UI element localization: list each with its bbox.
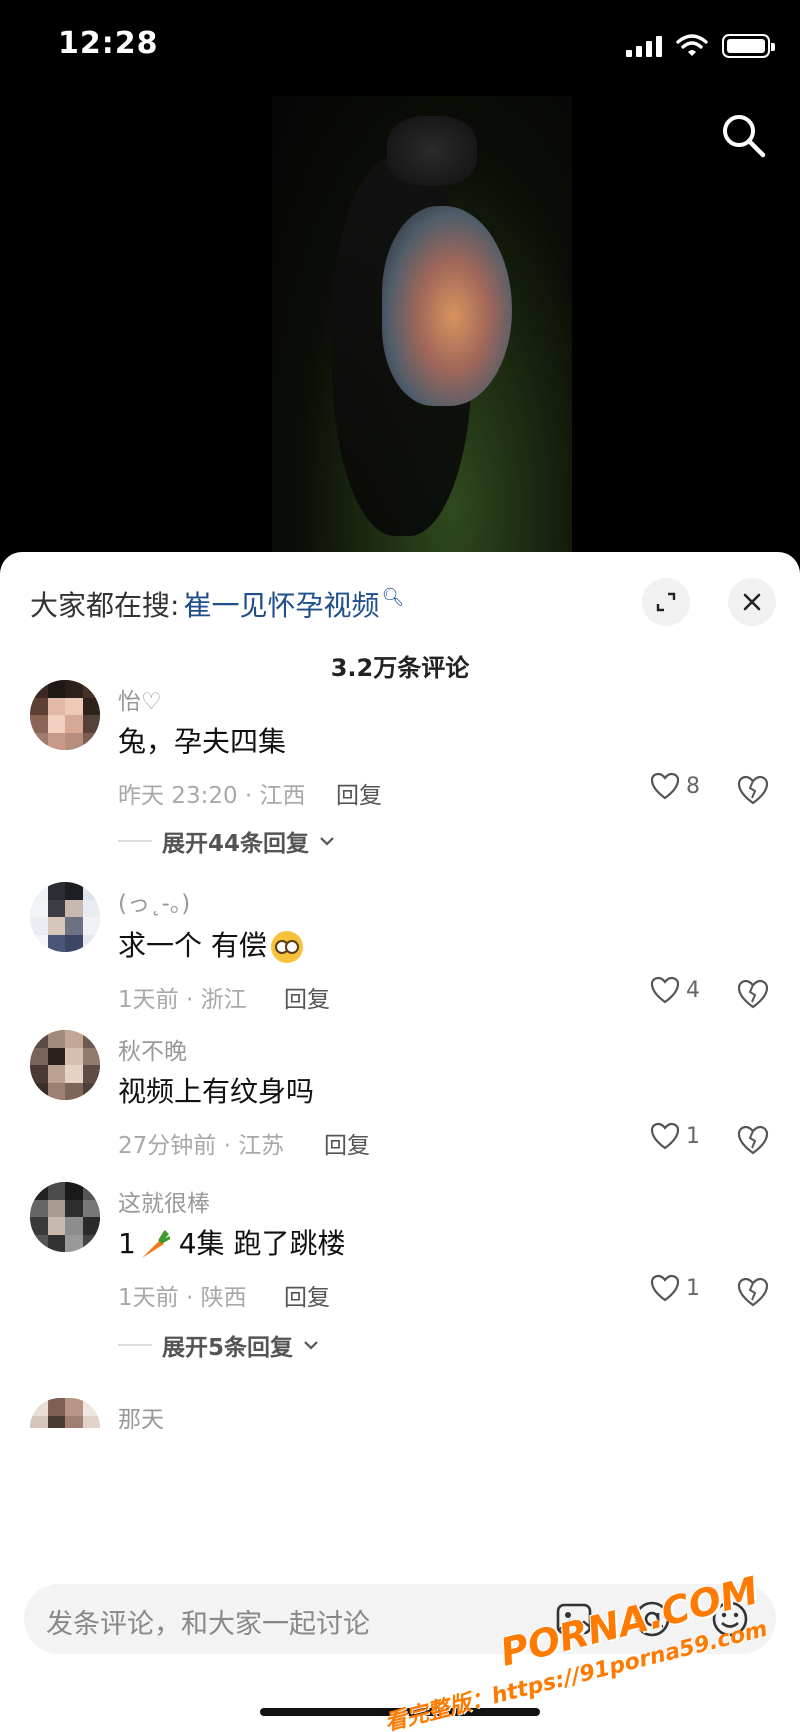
battery-icon	[722, 34, 775, 58]
chevron-down-icon	[304, 1341, 318, 1350]
comment-count: 3.2万条评论	[330, 654, 470, 682]
signal-icon	[626, 35, 662, 57]
avatar[interactable]	[30, 1398, 100, 1428]
broken-heart-icon[interactable]	[736, 1276, 770, 1308]
like-count: 1	[686, 1275, 700, 1301]
like-button[interactable]: 1	[650, 1274, 700, 1302]
like-count: 8	[686, 773, 700, 799]
comment-sheet: 大家都在搜: 崔一见怀孕视频 🔍︎ 3.2万条评论 怡♡ 兔，孕夫四集 昨天 2…	[0, 552, 800, 1732]
wifi-icon	[676, 34, 708, 56]
expand-replies-button[interactable]: 展开5条回复	[118, 1328, 319, 1362]
heart-icon	[650, 1122, 680, 1150]
like-button[interactable]: 8	[650, 772, 700, 800]
carrot-icon	[141, 1230, 170, 1258]
like-count: 4	[686, 977, 700, 1003]
search-small-icon: 🔍︎	[381, 586, 405, 608]
reply-button[interactable]: 回复	[324, 1126, 370, 1160]
chevron-down-icon	[320, 837, 334, 846]
comment-text: 兔，孕夫四集	[118, 725, 287, 758]
comment-username[interactable]: (っ˛-。)	[118, 884, 190, 918]
heart-icon	[650, 976, 680, 1004]
avatar[interactable]	[30, 1182, 100, 1252]
comment-meta: 27分钟前 · 江苏	[118, 1133, 285, 1159]
comment-meta: 1天前 · 浙江	[118, 987, 247, 1013]
status-icons	[626, 34, 775, 58]
expand-replies-label: 展开44条回复	[162, 831, 310, 857]
comment-meta: 1天前 · 陕西	[118, 1285, 247, 1311]
avatar[interactable]	[30, 1030, 100, 1100]
comment-text-content: 求一个 有偿	[118, 929, 267, 962]
suggested-search[interactable]: 大家都在搜: 崔一见怀孕视频 🔍︎	[30, 584, 404, 624]
like-button[interactable]: 4	[650, 976, 700, 1004]
reply-button[interactable]: 回复	[336, 776, 382, 810]
close-button[interactable]	[728, 578, 776, 626]
broken-heart-icon[interactable]	[736, 774, 770, 806]
flushed-face-icon	[270, 931, 303, 963]
expand-replies-label: 展开5条回复	[162, 1335, 294, 1361]
like-button[interactable]: 1	[650, 1122, 700, 1150]
broken-heart-icon[interactable]	[736, 978, 770, 1010]
video-player[interactable]	[0, 96, 800, 566]
video-frame	[272, 96, 572, 552]
comment-text: 1 4集 跑了跳楼	[118, 1227, 346, 1260]
status-bar: 12:28	[0, 0, 800, 96]
close-icon	[743, 593, 761, 611]
avatar[interactable]	[30, 680, 100, 750]
comment-input-placeholder: 发条评论，和大家一起讨论	[46, 1609, 370, 1640]
expand-replies-button[interactable]: 展开44条回复	[118, 824, 335, 858]
broken-heart-icon[interactable]	[736, 1124, 770, 1156]
comment-username[interactable]: 秋不晚	[118, 1032, 187, 1066]
heart-icon	[650, 772, 680, 800]
suggest-term[interactable]: 崔一见怀孕视频	[183, 584, 379, 624]
comment-username[interactable]: 怡♡	[118, 682, 162, 716]
heart-icon	[650, 1274, 680, 1302]
like-count: 1	[686, 1123, 700, 1149]
reply-button[interactable]: 回复	[284, 980, 330, 1014]
fullscreen-button[interactable]	[642, 578, 690, 626]
comment-meta: 昨天 23:20 · 江西	[118, 783, 306, 809]
suggest-prefix: 大家都在搜:	[30, 589, 180, 622]
comment-username[interactable]: 这就很棒	[118, 1184, 210, 1218]
status-time: 12:28	[58, 26, 159, 61]
expand-icon	[656, 592, 676, 612]
comment-text: 视频上有纹身吗	[118, 1075, 315, 1108]
avatar[interactable]	[30, 882, 100, 952]
comment-username[interactable]: 那天	[118, 1400, 164, 1434]
reply-button[interactable]: 回复	[284, 1278, 330, 1312]
comment-text: 求一个 有偿	[118, 924, 303, 964]
search-icon[interactable]	[718, 110, 770, 162]
